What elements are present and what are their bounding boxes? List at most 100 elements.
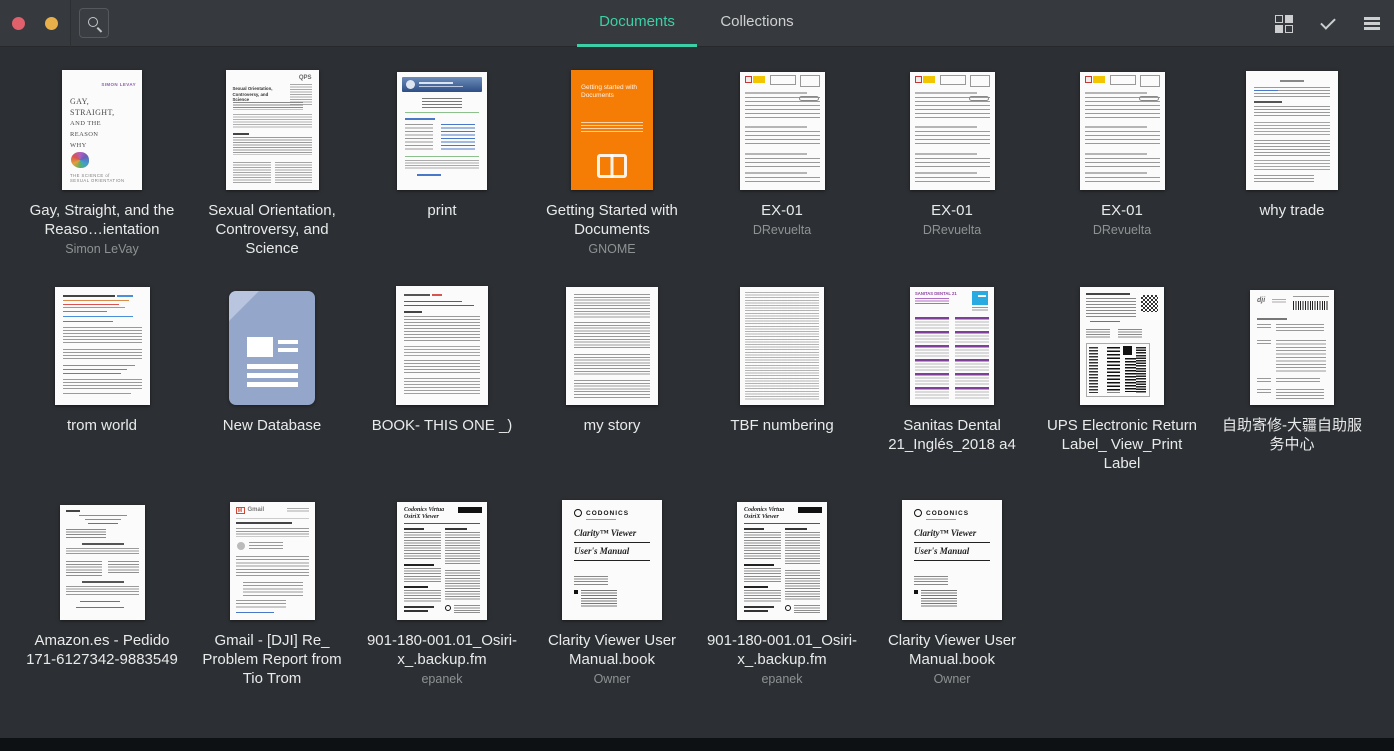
barcode [1293, 301, 1329, 310]
journal-logo: QPS [299, 75, 312, 81]
print-page-thumb [397, 72, 487, 190]
document-author: epanek [365, 671, 519, 687]
document-item[interactable]: TBF numbering [697, 285, 867, 500]
document-label: 自助寄修-大疆自助服务中心 [1215, 416, 1369, 454]
document-title: EX-01 [875, 201, 1029, 220]
document-item[interactable]: EX-01 DRevuelta [867, 70, 1037, 285]
document-item[interactable]: CODONICS Clarity™ Viewer User's Manual C… [867, 500, 1037, 715]
document-item[interactable]: Getting started with Documents Getting S… [527, 70, 697, 285]
document-title: Gay, Straight, and the Reaso…ientation [25, 201, 179, 239]
getting-started-cover: Getting started with Documents [571, 70, 653, 190]
brain-image [71, 152, 89, 168]
document-thumbnail [396, 285, 488, 405]
document-title: 901-180-001.01_Osiri-x_.backup.fm [705, 631, 859, 669]
document-thumbnail: SANITAS DENTAL 21 [910, 285, 994, 405]
gmail-m-icon: M [236, 507, 245, 514]
document-item[interactable]: trom world [17, 285, 187, 500]
document-thumbnail [55, 285, 150, 405]
minimize-button[interactable] [45, 17, 58, 30]
document-item[interactable]: EX-01 DRevuelta [697, 70, 867, 285]
magnifier-icon [86, 15, 102, 31]
document-item[interactable]: Amazon.es - Pedido 171-6127342-9883549 [17, 500, 187, 715]
manual-title-line1: Clarity™ Viewer [574, 528, 650, 543]
cover-heading: Getting started with Documents [581, 84, 639, 100]
document-label: my story [535, 416, 689, 435]
document-item[interactable]: BOOK- THIS ONE _) [357, 285, 527, 500]
journal-page-thumb: QPS Sexual Orientation, Controversy, and… [226, 70, 319, 190]
manual-title-line1: Clarity™ Viewer [914, 528, 990, 543]
document-thumbnail [229, 285, 315, 405]
document-author: DRevuelta [1045, 222, 1199, 238]
document-label: EX-01 DRevuelta [705, 201, 859, 238]
text-page-thumb [1246, 71, 1338, 190]
document-item[interactable]: M Gmail Gmail - [DJI] Re_ Problem Report… [187, 500, 357, 715]
folded-corner [229, 291, 259, 321]
document-label: why trade [1215, 201, 1369, 220]
document-author: Owner [535, 671, 689, 687]
document-title: print [365, 201, 519, 220]
dji-page-thumb: dji [1250, 290, 1334, 405]
document-item[interactable]: print [357, 70, 527, 285]
tech-brief-thumb: Codonics VirtuaOsiriX Viewer [737, 502, 827, 620]
document-thumbnail: dji [1250, 285, 1334, 405]
document-label: Amazon.es - Pedido 171-6127342-9883549 [25, 631, 179, 669]
bottom-strip [0, 738, 1394, 751]
document-item[interactable]: dji 自助寄修-大疆自助服务中心 [1207, 285, 1377, 500]
document-item[interactable]: SANITAS DENTAL 21 Sanitas Dental 21_Ingl… [867, 285, 1037, 500]
tab-collections[interactable]: Collections [697, 0, 817, 47]
document-author: GNOME [535, 241, 689, 257]
document-item[interactable]: QPS Sexual Orientation, Controversy, and… [187, 70, 357, 285]
view-tabs: Documents Collections [577, 0, 817, 47]
document-item[interactable]: UPS Electronic Return Label_ View_Print … [1037, 285, 1207, 500]
document-title: New Database [195, 416, 349, 435]
qr-code [1141, 295, 1158, 312]
document-title: Gmail - [DJI] Re_ Problem Report from Ti… [195, 631, 349, 688]
codonics-logo-text: CODONICS [586, 510, 629, 517]
document-title: EX-01 [1045, 201, 1199, 220]
document-item[interactable]: my story [527, 285, 697, 500]
document-title: Sanitas Dental 21_Inglés_2018 a4 [875, 416, 1029, 454]
manual-title-line2: User's Manual [914, 546, 990, 561]
document-title: UPS Electronic Return Label_ View_Print … [1045, 416, 1199, 473]
document-label: UPS Electronic Return Label_ View_Print … [1045, 416, 1199, 473]
database-icon-thumb [229, 291, 315, 405]
document-title: my story [535, 416, 689, 435]
book-cover-thumb: SIMON LEVAY GAY,STRAIGHT, AND THE REASON… [62, 70, 142, 190]
manual-cover-thumb: CODONICS Clarity™ Viewer User's Manual [562, 500, 662, 620]
document-label: BOOK- THIS ONE _) [365, 416, 519, 435]
document-title: 901-180-001.01_Osiri-x_.backup.fm [365, 631, 519, 669]
document-item[interactable]: EX-01 DRevuelta [1037, 70, 1207, 285]
menu-button[interactable] [1358, 4, 1386, 44]
document-item[interactable]: Codonics VirtuaOsiriX Viewer 901-180-001… [697, 500, 867, 715]
document-label: Getting Started with Documents GNOME [535, 201, 689, 257]
document-item[interactable]: Codonics VirtuaOsiriX Viewer 901-180-001… [357, 500, 527, 715]
document-author: Simon LeVay [25, 241, 179, 257]
document-label: 901-180-001.01_Osiri-x_.backup.fm epanek [705, 631, 859, 687]
selection-mode-button[interactable] [1314, 4, 1342, 44]
hamburger-menu-icon [1364, 17, 1380, 30]
grid-view-button[interactable] [1270, 4, 1298, 44]
document-thumbnail [740, 70, 825, 190]
document-title: TBF numbering [705, 416, 859, 435]
document-label: TBF numbering [705, 416, 859, 435]
codonics-logo-text: CODONICS [926, 510, 969, 517]
dense-text-thumb [566, 287, 658, 405]
tab-documents[interactable]: Documents [577, 0, 697, 47]
colorful-text-thumb [55, 287, 150, 405]
document-item[interactable]: New Database [187, 285, 357, 500]
dental-pricelist-thumb: SANITAS DENTAL 21 [910, 287, 994, 405]
document-item[interactable]: SIMON LEVAY GAY,STRAIGHT, AND THE REASON… [17, 70, 187, 285]
manual-cover-thumb: CODONICS Clarity™ Viewer User's Manual [902, 500, 1002, 620]
document-author: DRevuelta [875, 222, 1029, 238]
document-item[interactable]: CODONICS Clarity™ Viewer User's Manual C… [527, 500, 697, 715]
text-page-thumb [396, 286, 488, 405]
search-button[interactable] [79, 8, 109, 38]
header-actions [1270, 0, 1386, 47]
shipping-label-thumb [1080, 287, 1164, 405]
document-title: trom world [25, 416, 179, 435]
document-title: EX-01 [705, 201, 859, 220]
ex01-form-thumb [1080, 72, 1165, 190]
document-item[interactable]: why trade [1207, 70, 1377, 285]
close-button[interactable] [12, 17, 25, 30]
manual-title-line2: User's Manual [574, 546, 650, 561]
